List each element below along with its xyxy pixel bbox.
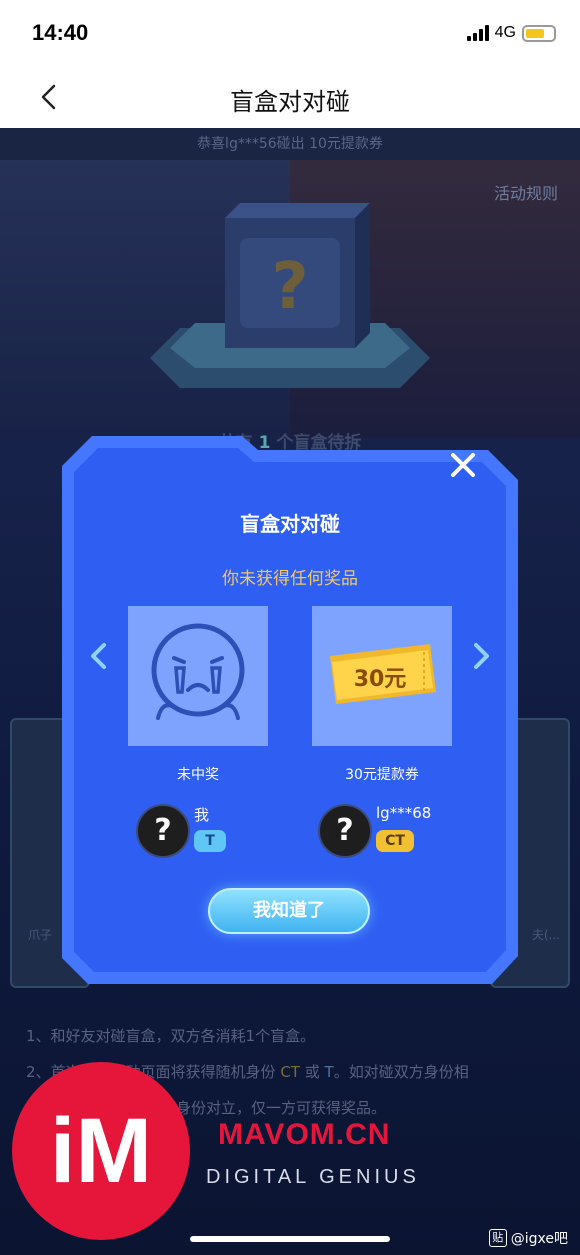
winner-ticker: 恭喜lg***56碰出 10元提款券	[0, 128, 580, 160]
home-indicator[interactable]	[190, 1236, 390, 1242]
prize-card: 30元	[312, 606, 452, 746]
status-indicators: 4G	[466, 24, 556, 42]
player-name-me: 我	[194, 806, 210, 824]
prize-label-right: 30元提款券	[345, 767, 419, 783]
corner-watermark: 贴 @igxe吧	[488, 1228, 568, 1248]
coupon-icon: 30元	[330, 644, 436, 704]
coupon-value: 30元	[354, 667, 407, 692]
nav-bar: 盲盒对对碰	[0, 68, 580, 128]
role-badge-ct: CT	[376, 830, 414, 852]
watermark-brand: MAVOM.CN	[218, 1118, 391, 1151]
side-card-label-left: 爪子	[28, 928, 53, 942]
mystery-box-image: ?	[150, 203, 430, 388]
got-it-button[interactable]: 我知道了	[208, 888, 370, 934]
rules-link[interactable]: 活动规则	[494, 180, 558, 204]
watermark-tagline: DIGITAL GENIUS	[206, 1166, 420, 1188]
side-card-label-right: 夫(...	[531, 928, 560, 942]
network-type: 4G	[494, 24, 516, 41]
rule-line: 1、和好友对碰盲盒，双方各消耗1个盲盒。	[26, 1027, 316, 1045]
corner-watermark-text: @igxe吧	[510, 1231, 568, 1247]
avatar-me: ?	[136, 804, 190, 858]
avatar-opponent: ?	[318, 804, 372, 858]
prize-label-left: 未中奖	[177, 767, 219, 783]
no-prize-card	[128, 606, 268, 746]
im-watermark-badge: iM	[12, 1062, 190, 1240]
chevron-right-icon[interactable]	[470, 642, 492, 670]
result-message: 你未获得任何奖品	[222, 569, 358, 589]
role-badge-t: T	[194, 830, 226, 852]
result-modal: 盲盒对对碰 你未获得任何奖品 30元 未中奖 30元提款券 ? 我 T ? lg…	[62, 436, 518, 984]
chevron-left-icon[interactable]	[88, 642, 110, 670]
modal-title: 盲盒对对碰	[240, 512, 340, 536]
svg-text:?: ?	[271, 250, 308, 324]
signal-icon	[466, 25, 489, 41]
crying-face-icon	[151, 623, 245, 720]
page-title: 盲盒对对碰	[230, 88, 350, 116]
close-icon[interactable]	[448, 450, 478, 480]
tieba-logo-icon: 贴	[488, 1229, 507, 1247]
status-bar: 14:40 4G	[0, 0, 580, 68]
status-time: 14:40	[32, 20, 89, 45]
player-name-opponent: lg***68	[376, 804, 432, 822]
battery-icon	[522, 24, 556, 42]
